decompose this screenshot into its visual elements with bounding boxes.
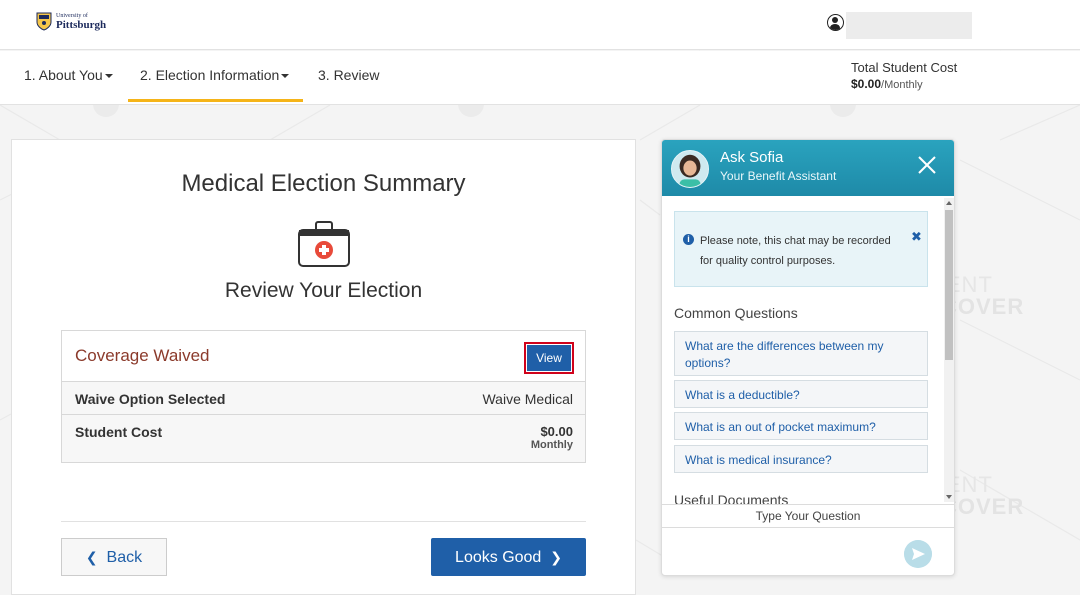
- dismiss-notice-icon[interactable]: ✖: [911, 229, 922, 245]
- table-row: Student Cost $0.00 Monthly: [62, 415, 585, 462]
- total-student-cost: Total Student Cost $0.00/Monthly: [851, 60, 957, 93]
- active-tab-indicator: [128, 99, 303, 102]
- looks-good-button[interactable]: Looks Good ❯: [431, 538, 586, 576]
- back-button-label: Back: [106, 549, 143, 566]
- coverage-status: Coverage Waived: [75, 346, 210, 365]
- page-title: Medical Election Summary: [181, 170, 466, 197]
- question-button[interactable]: What is an out of pocket maximum?: [674, 412, 928, 440]
- question-text: What is medical insurance?: [685, 453, 832, 467]
- tab-about-you-label: 1. About You: [24, 67, 103, 83]
- question-input[interactable]: Type Your Question: [662, 504, 954, 528]
- info-icon: i: [683, 234, 694, 245]
- election-summary-card: Medical Election Summary Review Your Ele…: [11, 139, 636, 595]
- row-label: Waive Option Selected: [75, 391, 226, 407]
- recording-notice: i Please note, this chat may be recorded…: [674, 211, 928, 287]
- row-label: Student Cost: [75, 424, 163, 440]
- table-row: Waive Option Selected Waive Medical: [62, 382, 585, 415]
- scroll-thumb[interactable]: [945, 210, 953, 360]
- question-button[interactable]: What is medical insurance?: [674, 445, 928, 473]
- tab-review[interactable]: 3. Review: [318, 67, 379, 83]
- looks-good-button-label: Looks Good: [455, 549, 542, 566]
- caret-down-icon: [104, 74, 113, 79]
- chevron-left-icon: ❮: [85, 549, 98, 565]
- total-cost-amount: $0.00: [851, 77, 882, 91]
- scroll-up-icon[interactable]: [946, 201, 952, 205]
- user-name-field[interactable]: [846, 12, 972, 39]
- notice-text: Please note, this chat may be recorded f…: [700, 235, 891, 267]
- university-logo[interactable]: University of Pittsburgh: [36, 11, 106, 31]
- total-cost-period: /Monthly: [881, 79, 923, 91]
- section-subtitle: Review Your Election: [224, 279, 423, 302]
- chat-header: Ask Sofia Your Benefit Assistant: [662, 140, 954, 196]
- chat-widget: Ask Sofia Your Benefit Assistant i Pleas…: [661, 139, 955, 576]
- chat-subtitle: Your Benefit Assistant: [720, 169, 837, 183]
- common-questions-heading: Common Questions: [674, 305, 798, 321]
- back-button[interactable]: ❮ Back: [61, 538, 167, 576]
- send-icon[interactable]: [904, 540, 932, 568]
- useful-documents-heading: Useful Documents: [674, 492, 789, 504]
- assistant-avatar: [671, 150, 709, 188]
- view-button[interactable]: View: [524, 342, 574, 374]
- divider: [61, 521, 586, 522]
- coverage-row: Coverage Waived View: [62, 331, 585, 382]
- chat-scrollbar[interactable]: [944, 198, 954, 502]
- question-button[interactable]: What is a deductible?: [674, 380, 928, 408]
- crest-icon: [36, 12, 52, 31]
- question-button[interactable]: What are the differences between my opti…: [674, 331, 928, 376]
- question-text: What are the differences between my opti…: [685, 339, 884, 370]
- scroll-down-icon[interactable]: [946, 495, 952, 499]
- step-nav: 1. About You 2. Election Information 3. …: [0, 51, 1080, 105]
- election-table: Coverage Waived View Waive Option Select…: [61, 330, 586, 463]
- total-cost-label: Total Student Cost: [851, 60, 958, 75]
- chevron-right-icon: ❯: [550, 549, 562, 565]
- tab-election-information-label: 2. Election Information: [140, 67, 280, 83]
- row-period: Monthly: [530, 439, 573, 451]
- logo-line2: Pittsburgh: [56, 19, 107, 31]
- view-button-label: View: [527, 345, 571, 371]
- close-icon[interactable]: [916, 154, 938, 176]
- caret-down-icon: [281, 74, 290, 79]
- chat-body: i Please note, this chat may be recorded…: [662, 196, 945, 504]
- chat-title: Ask Sofia: [720, 149, 784, 166]
- question-text: What is an out of pocket maximum?: [685, 420, 876, 434]
- user-icon[interactable]: [827, 14, 844, 31]
- row-value: Waive Medical: [482, 391, 573, 407]
- row-value: $0.00: [540, 424, 573, 439]
- question-text: What is a deductible?: [685, 388, 800, 402]
- tab-review-label: 3. Review: [318, 67, 380, 83]
- tab-about-you[interactable]: 1. About You: [24, 67, 113, 83]
- tab-election-information[interactable]: 2. Election Information: [140, 67, 290, 83]
- top-bar: University of Pittsburgh: [0, 0, 1080, 50]
- medical-kit-icon: [298, 221, 350, 267]
